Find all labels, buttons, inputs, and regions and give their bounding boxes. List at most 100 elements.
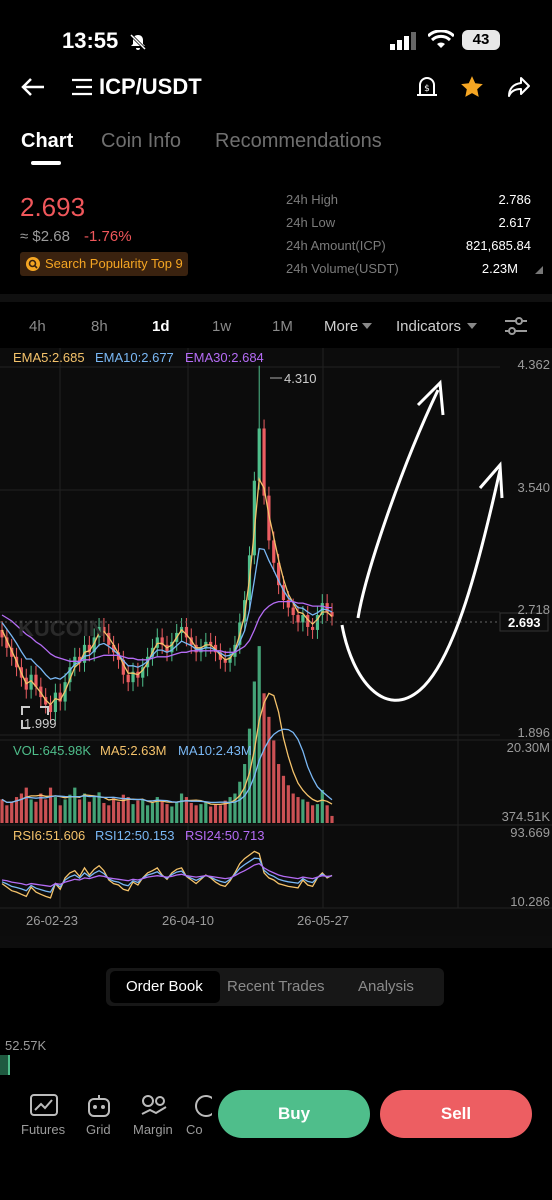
active-tab-indicator <box>31 161 61 165</box>
stat-label-low: 24h Low <box>286 215 336 230</box>
tab-coin-info[interactable]: Coin Info <box>101 130 181 153</box>
ma5-legend: MA5:2.63M <box>100 743 167 758</box>
volume-bar <box>213 804 218 823</box>
status-bar: 13:55 43 <box>0 0 552 70</box>
candle <box>301 615 305 623</box>
volume-bar <box>136 800 140 823</box>
stat-value-amount: 821,685.84 <box>465 238 531 253</box>
tab-order-book[interactable]: Order Book <box>126 978 203 995</box>
volume-bar <box>78 799 82 823</box>
volume-bar <box>48 787 53 823</box>
dock-futures-label[interactable]: Futures <box>21 1122 65 1137</box>
more-dropdown[interactable]: More <box>324 318 358 335</box>
menu-list-icon[interactable] <box>72 78 92 96</box>
volume-bar <box>102 802 106 823</box>
copy-trading-icon[interactable] <box>192 1094 212 1120</box>
dock-grid-label[interactable]: Grid <box>86 1122 111 1137</box>
rsi24-legend: RSI24:50.713 <box>185 828 265 843</box>
tab-analysis[interactable]: Analysis <box>358 978 414 995</box>
grid-bot-icon[interactable] <box>86 1093 112 1119</box>
futures-icon[interactable] <box>30 1094 58 1118</box>
volume-bar <box>238 781 242 823</box>
dock-margin-label[interactable]: Margin <box>133 1122 173 1137</box>
back-arrow-icon[interactable] <box>20 76 46 98</box>
stat-value-volume: 2.23M <box>481 261 518 276</box>
volume-bar <box>92 797 96 823</box>
volume-bar <box>73 787 77 823</box>
tab-recent-trades[interactable]: Recent Trades <box>227 978 325 995</box>
volume-bar <box>165 804 169 823</box>
volume-bar <box>170 806 174 823</box>
timeframe-1d[interactable]: 1d <box>152 318 170 335</box>
volume-bar <box>116 801 121 823</box>
timeframe-1w[interactable]: 1w <box>212 318 231 335</box>
tab-recommendations[interactable]: Recommendations <box>215 130 382 153</box>
buy-button[interactable]: Buy <box>218 1090 370 1138</box>
candlestick-chart[interactable]: KUCOIN <box>0 348 552 936</box>
chart-settings-icon[interactable] <box>505 317 527 335</box>
volume-bar <box>145 805 150 823</box>
orderbook-segmented-control: Order Book Recent Trades Analysis <box>106 968 444 1006</box>
dock-copy-label[interactable]: Co <box>186 1122 208 1137</box>
svg-text:$: $ <box>424 84 430 94</box>
volume-bar <box>209 806 213 823</box>
volume-bar <box>218 805 222 823</box>
pair-title[interactable]: ICP/USDT <box>99 74 202 100</box>
vol-axis-bottom: 374.51K <box>501 809 550 824</box>
volume-bar <box>233 793 237 823</box>
volume-bar <box>194 805 198 823</box>
volume-bar <box>82 793 87 823</box>
volume-bar <box>112 798 116 823</box>
volume-bar <box>272 740 276 823</box>
volume-bar <box>199 804 203 823</box>
depth-bar <box>0 1055 10 1075</box>
volume-bar <box>310 805 315 823</box>
candle <box>48 704 53 713</box>
signal-icon <box>390 32 416 50</box>
price-change: -1.76% <box>84 228 132 245</box>
volume-bar <box>296 797 300 823</box>
volume-bar <box>179 793 184 823</box>
timeframe-1m[interactable]: 1M <box>272 318 293 335</box>
stat-label-volume: 24h Volume(USDT) <box>286 261 399 276</box>
volume-bar <box>189 802 193 823</box>
chevron-down-icon <box>467 323 477 329</box>
tab-chart[interactable]: Chart <box>21 130 73 153</box>
volume-bar <box>281 775 286 823</box>
volume-bar <box>160 800 164 823</box>
margin-icon[interactable] <box>140 1094 168 1118</box>
candle <box>257 428 261 481</box>
volume-bar <box>325 805 329 823</box>
search-icon <box>26 257 40 271</box>
volume-bar <box>277 764 281 823</box>
volume-bar <box>5 805 9 823</box>
volume-bar <box>53 797 57 823</box>
sell-button[interactable]: Sell <box>380 1090 532 1138</box>
section-divider <box>0 294 552 302</box>
volume-bar <box>286 785 290 823</box>
volume-bar <box>107 805 111 823</box>
indicators-dropdown[interactable]: Indicators <box>396 318 461 335</box>
share-icon[interactable] <box>506 75 532 99</box>
price-axis-label: 3.540 <box>517 480 550 495</box>
volume-bar <box>291 793 295 823</box>
volume-bar <box>63 799 67 823</box>
volume-bar <box>262 693 266 823</box>
stat-value-high: 2.786 <box>498 192 531 207</box>
volume-bar <box>10 801 14 823</box>
price-alert-icon[interactable]: $ <box>415 74 439 100</box>
rsi12-legend: RSI12:50.153 <box>95 828 175 843</box>
volume-bar <box>19 793 24 823</box>
timeframe-4h[interactable]: 4h <box>29 318 46 335</box>
date-label: 26-05-27 <box>297 913 350 928</box>
volume-bar <box>58 805 62 823</box>
popularity-badge[interactable]: Search Popularity Top 9 <box>20 252 188 276</box>
kucoin-watermark: KUCOIN <box>18 616 105 641</box>
current-price-tag: 2.693 <box>508 615 541 630</box>
volume-bar <box>34 801 38 823</box>
rsi6-legend: RSI6:51.606 <box>13 828 86 843</box>
volume-bar <box>320 789 324 823</box>
timeframe-8h[interactable]: 8h <box>91 318 108 335</box>
volume-bar <box>175 801 179 823</box>
favorite-star-icon[interactable] <box>459 74 485 100</box>
